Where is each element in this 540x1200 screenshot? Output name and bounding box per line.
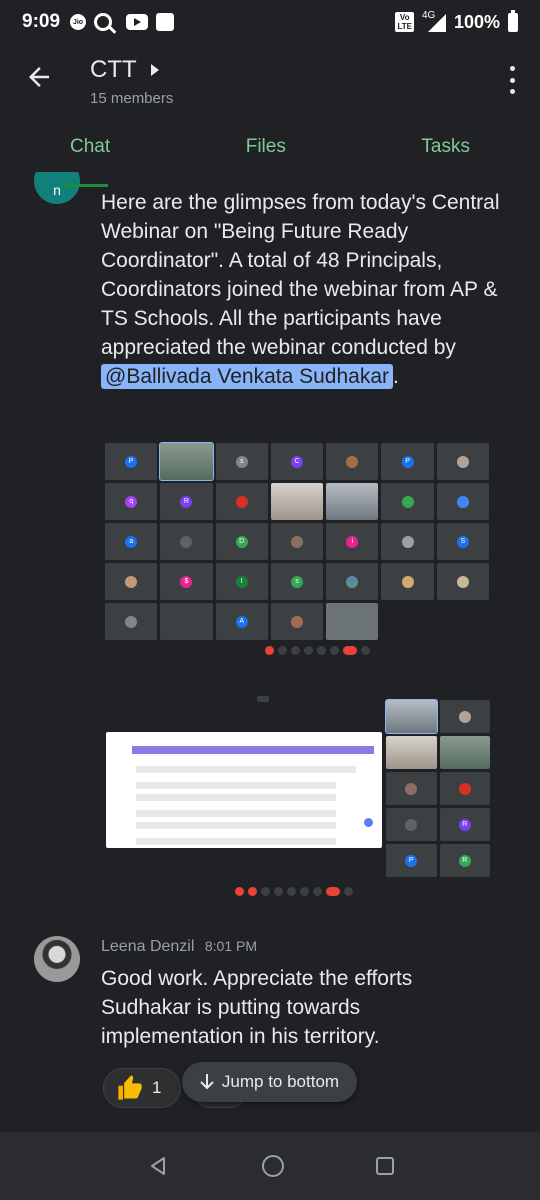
participant-tile: s — [270, 563, 324, 600]
participant-tile — [436, 483, 489, 520]
system-nav-bar — [0, 1132, 540, 1200]
app-notification-icon — [156, 13, 175, 31]
participant-tile — [386, 736, 437, 769]
participant-tile: I — [215, 563, 268, 600]
meet-controls — [105, 643, 489, 657]
participant-tile — [436, 443, 489, 480]
participant-tile: P — [381, 443, 434, 480]
status-bar: 9:09 Jio Vo LTE 4G 100% — [0, 0, 540, 44]
participant-tile: P — [105, 443, 158, 480]
webinar-presentation-image[interactable]: R P R — [101, 682, 493, 902]
tab-chat[interactable]: Chat — [70, 136, 110, 172]
participant-tile: $ — [160, 563, 213, 600]
participant-tile — [386, 772, 437, 805]
fullscreen-hint — [257, 696, 269, 702]
search-notification-icon — [94, 13, 113, 31]
participant-tile: q — [105, 483, 158, 520]
participant-tile — [381, 563, 434, 600]
jump-to-bottom-button[interactable]: Jump to bottom — [182, 1062, 357, 1102]
participant-tile: a — [105, 523, 158, 560]
chat-area[interactable]: n Here are the glimpses from today's Cen… — [0, 172, 540, 1132]
youtube-notification-icon — [126, 14, 149, 30]
nav-recent-icon[interactable] — [376, 1157, 394, 1175]
mention-chip[interactable]: @Ballivada Venkata Sudhakar — [101, 364, 394, 389]
participant-tile — [270, 523, 324, 560]
participant-tile: C — [270, 443, 324, 480]
avatar[interactable]: n — [34, 172, 80, 204]
message-tail: . — [393, 365, 399, 388]
reaction-count: 1 — [152, 1078, 162, 1097]
participant-tile — [439, 700, 490, 733]
participant-tile — [439, 772, 490, 805]
more-vert-icon[interactable] — [508, 66, 516, 94]
participant-tile — [326, 603, 379, 640]
participant-tile — [326, 563, 379, 600]
participant-tile — [436, 563, 489, 600]
participant-tile: R — [160, 483, 213, 520]
participant-tile: P — [386, 844, 437, 877]
message-time: 8:01 PM — [204, 938, 257, 954]
side-participants: R P R — [385, 699, 490, 877]
participant-tile — [270, 603, 324, 640]
sender-row: Leena Denzil 8:01 PM — [101, 938, 257, 956]
participant-tile — [326, 483, 379, 520]
participant-tile — [160, 523, 213, 560]
arrow-down-icon — [200, 1074, 214, 1090]
volte-icon: Vo LTE — [395, 12, 414, 32]
app-bar: CTT 15 members — [0, 44, 540, 124]
meet-controls — [105, 884, 489, 898]
message-text: Good work. Appreciate the efforts Sudhak… — [101, 967, 413, 1048]
participant-tile — [386, 808, 437, 841]
group-title: CTT — [90, 56, 137, 83]
participant-tile: D — [215, 523, 268, 560]
participant-tile: A — [215, 603, 268, 640]
reaction-chip[interactable]: 1 — [103, 1068, 181, 1108]
thumbs-up-icon — [118, 1075, 142, 1100]
nav-home-icon[interactable] — [262, 1155, 284, 1177]
divider — [62, 184, 108, 187]
sender-name: Leena Denzil — [101, 938, 195, 955]
member-count: 15 members — [90, 90, 174, 107]
signal-icon: 4G — [422, 10, 446, 32]
group-title-button[interactable]: CTT — [90, 56, 159, 84]
participant-tile — [159, 442, 214, 481]
avatar[interactable] — [34, 936, 80, 982]
participant-tile: S — [436, 523, 489, 560]
participant-tile — [381, 523, 434, 560]
participant-tile — [385, 699, 438, 734]
participant-tile — [381, 483, 434, 520]
webinar-grid-image[interactable]: P s C P q R a D i S $ I s A — [101, 439, 493, 661]
participant-tile: s — [215, 443, 268, 480]
message-body: Here are the glimpses from today's Centr… — [101, 191, 500, 359]
battery-percent: 100% — [453, 11, 500, 32]
participant-tile — [439, 736, 490, 769]
tab-files[interactable]: Files — [246, 136, 286, 172]
participant-tile — [215, 483, 268, 520]
tab-bar: Chat Files Tasks — [0, 136, 540, 172]
participant-tile: i — [326, 523, 379, 560]
chevron-right-icon — [150, 64, 159, 76]
jio-icon: Jio — [70, 14, 87, 30]
participant-tile: R — [439, 808, 490, 841]
participant-tile — [105, 603, 158, 640]
participant-tile — [105, 563, 158, 600]
tab-tasks[interactable]: Tasks — [421, 136, 470, 172]
status-time: 9:09 — [22, 11, 61, 32]
participant-tile — [326, 443, 379, 480]
participant-tile — [160, 603, 213, 640]
nav-back-icon[interactable] — [146, 1154, 170, 1178]
battery-icon — [508, 9, 518, 32]
participant-tile — [270, 483, 324, 520]
back-arrow-icon[interactable] — [24, 62, 54, 92]
participant-grid: P s C P q R a D i S $ I s A — [105, 442, 489, 640]
message-text: Here are the glimpses from today's Centr… — [101, 188, 511, 391]
jump-to-bottom-label: Jump to bottom — [221, 1072, 340, 1091]
participant-tile: R — [439, 844, 490, 877]
shared-slide — [106, 732, 382, 848]
